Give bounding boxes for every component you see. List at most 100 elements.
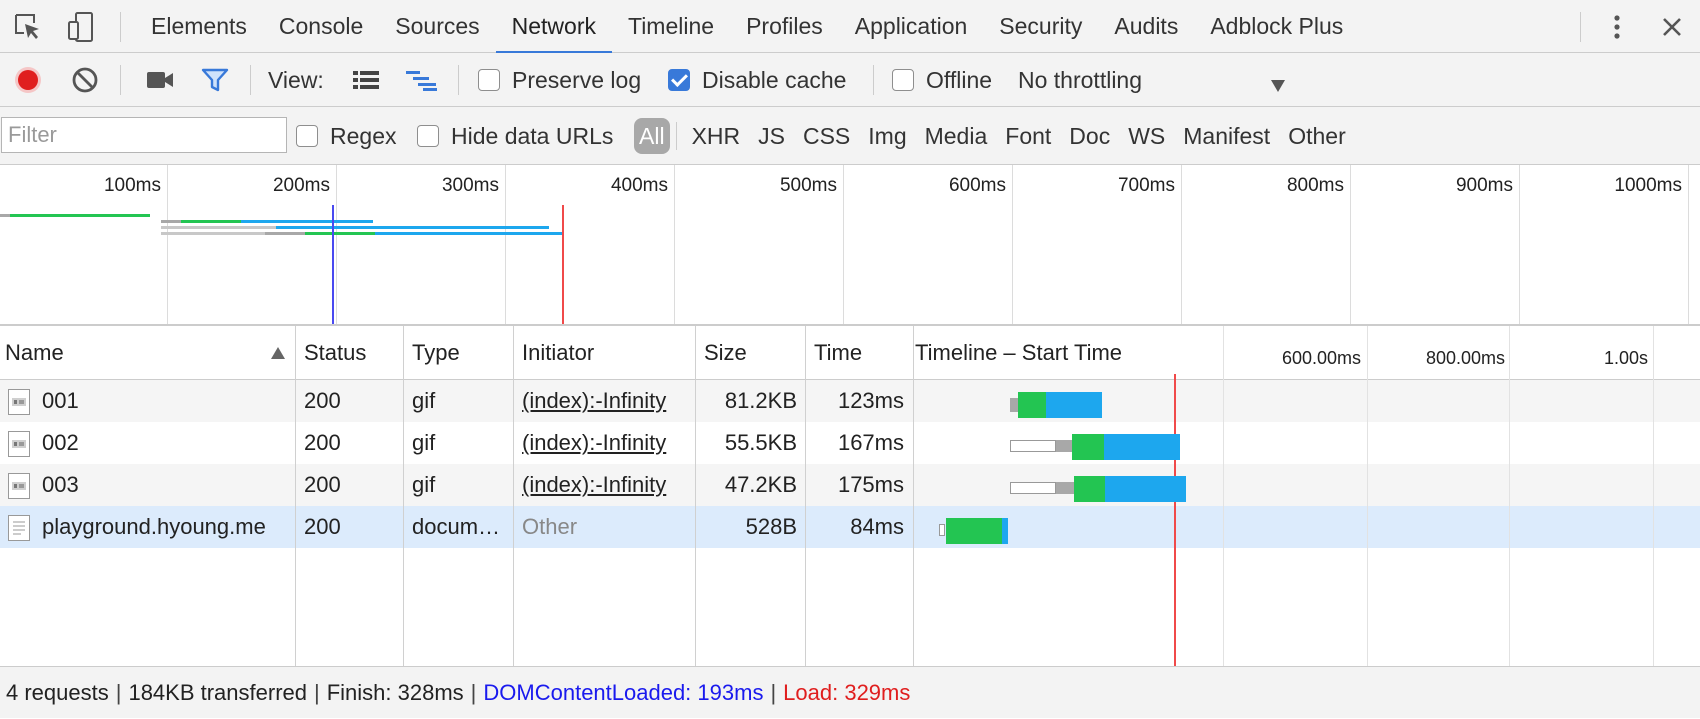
tab-adblock-plus[interactable]: Adblock Plus [1194, 0, 1359, 53]
cell-initiator[interactable]: (index):-Infinity [522, 464, 692, 506]
cell-type: docum… [412, 514, 501, 539]
cell-initiator[interactable]: (index):-Infinity [522, 422, 692, 464]
type-filter-xhr[interactable]: XHR [683, 118, 750, 154]
type-filter-font[interactable]: Font [996, 118, 1060, 154]
close-icon[interactable] [1655, 11, 1689, 43]
network-overview: 100ms 200ms 300ms 400ms 500ms 600ms 700ms 800ms… [0, 165, 1700, 326]
filter-bar: Regex Hide data URLs All XHRJSCSSImgMedia… [0, 107, 1700, 165]
tab-console[interactable]: Console [263, 0, 379, 53]
column-name-label: Name [5, 340, 64, 365]
type-filter-other[interactable]: Other [1279, 118, 1355, 154]
type-filter-img[interactable]: Img [859, 118, 915, 154]
overview-bar-waiting [181, 220, 241, 223]
table-row[interactable]: 001 200 gif (index):-Infinity 81.2KB 123ms [0, 380, 1700, 422]
column-divider[interactable] [513, 326, 514, 666]
column-divider[interactable] [805, 326, 806, 666]
column-divider[interactable] [695, 326, 696, 666]
timeline-tick: 1.00s [1604, 331, 1648, 385]
column-timeline-label: Timeline – Start Time [915, 340, 1123, 365]
type-filter-css[interactable]: CSS [794, 118, 859, 154]
overview-bar-doc-waiting [10, 214, 150, 217]
type-filter-doc[interactable]: Doc [1060, 118, 1119, 154]
overview-grid-line [1688, 165, 1689, 324]
tab-profiles[interactable]: Profiles [730, 0, 839, 53]
preserve-log-checkbox[interactable]: Preserve log [478, 53, 641, 107]
overview-bar-queue [161, 232, 265, 235]
capture-screenshots-icon[interactable] [142, 64, 178, 96]
column-header-timeline[interactable]: Timeline – Start Time [915, 326, 1122, 380]
tab-bar-divider-right [1580, 12, 1581, 42]
filter-input[interactable] [1, 117, 287, 153]
record-button[interactable] [11, 64, 45, 96]
inspect-element-icon[interactable] [11, 11, 45, 43]
summary-separator: | [314, 680, 320, 705]
throttling-value: No throttling [1018, 66, 1143, 93]
cell-name: playground.hyoung.me [42, 514, 266, 539]
offline-box[interactable] [892, 69, 914, 91]
table-row[interactable]: 002 200 gif (index):-Infinity 55.5KB 167ms [0, 422, 1700, 464]
summary-separator: | [470, 680, 477, 705]
column-header-type[interactable]: Type [412, 326, 460, 380]
cell-size: 528B [745, 514, 797, 539]
cell-status: 200 [304, 388, 341, 413]
overview-toggle-icon[interactable] [404, 67, 440, 93]
regex-box[interactable] [296, 125, 318, 147]
throttling-select[interactable]: No throttling [1018, 53, 1288, 107]
cell-initiator[interactable]: (index):-Infinity [522, 380, 692, 422]
overview-bar-download [276, 226, 549, 229]
image-file-icon [8, 389, 30, 415]
waterfall-bar-003-download [1105, 476, 1186, 502]
overview-bar-queue [161, 220, 181, 223]
table-row[interactable]: 003 200 gif (index):-Infinity 47.2KB 175ms [0, 464, 1700, 506]
type-filter-ws[interactable]: WS [1119, 118, 1174, 154]
column-header-initiator[interactable]: Initiator [522, 326, 594, 380]
column-header-status[interactable]: Status [304, 326, 366, 380]
devtools-tab-bar: Elements Console Sources Network Timeline Pro… [0, 0, 1700, 53]
overview-grid-line [1012, 165, 1013, 324]
tab-network[interactable]: Network [495, 0, 612, 53]
column-header-name[interactable]: Name [5, 326, 64, 380]
overview-bar-queue [161, 226, 276, 229]
column-divider[interactable] [913, 326, 914, 666]
preserve-log-box[interactable] [478, 69, 500, 91]
column-initiator-label: Initiator [522, 340, 595, 365]
clear-button[interactable] [68, 64, 102, 96]
device-toolbar-icon[interactable] [64, 11, 98, 43]
hide-data-urls-checkbox[interactable]: Hide data URLs [417, 107, 613, 165]
overview-bar-stalled [265, 232, 305, 235]
column-type-label: Type [412, 340, 460, 365]
tab-security[interactable]: Security [983, 0, 1098, 53]
column-divider[interactable] [403, 326, 404, 666]
overview-tick-label: 800ms [1286, 175, 1344, 196]
filter-icon[interactable] [198, 64, 232, 96]
offline-checkbox[interactable]: Offline [892, 53, 992, 107]
more-options-icon[interactable] [1600, 11, 1634, 43]
column-size-label: Size [704, 340, 747, 365]
column-header-time[interactable]: Time [814, 326, 862, 380]
disable-cache-box[interactable] [668, 69, 690, 91]
tab-elements[interactable]: Elements [135, 0, 263, 53]
offline-label: Offline [926, 66, 993, 93]
timeline-grid-line [1367, 326, 1368, 666]
tab-application[interactable]: Application [839, 0, 984, 53]
column-header-size[interactable]: Size [704, 326, 747, 380]
type-filter-all[interactable]: All [634, 118, 670, 154]
tab-audits[interactable]: Audits [1098, 0, 1194, 53]
tab-sources[interactable]: Sources [379, 0, 495, 53]
type-filter-media[interactable]: Media [916, 118, 997, 154]
waterfall-bar-001-stalled [1010, 398, 1018, 412]
regex-checkbox[interactable]: Regex [296, 107, 396, 165]
type-filter-divider [675, 122, 677, 150]
overview-grid-line [336, 165, 337, 324]
overview-bar-waiting [305, 232, 375, 235]
cell-time: 175ms [837, 472, 904, 497]
type-filter-js[interactable]: JS [749, 118, 794, 154]
table-row[interactable]: playground.hyoung.me 200 docum… Other 528B 84… [0, 506, 1700, 548]
tab-timeline[interactable]: Timeline [612, 0, 730, 53]
disable-cache-checkbox[interactable]: Disable cache [668, 53, 846, 107]
column-divider[interactable] [295, 326, 296, 666]
type-filter-manifest[interactable]: Manifest [1174, 118, 1279, 154]
cell-type: gif [412, 430, 436, 455]
large-request-rows-icon[interactable] [350, 67, 382, 93]
hide-data-urls-box[interactable] [417, 125, 439, 147]
